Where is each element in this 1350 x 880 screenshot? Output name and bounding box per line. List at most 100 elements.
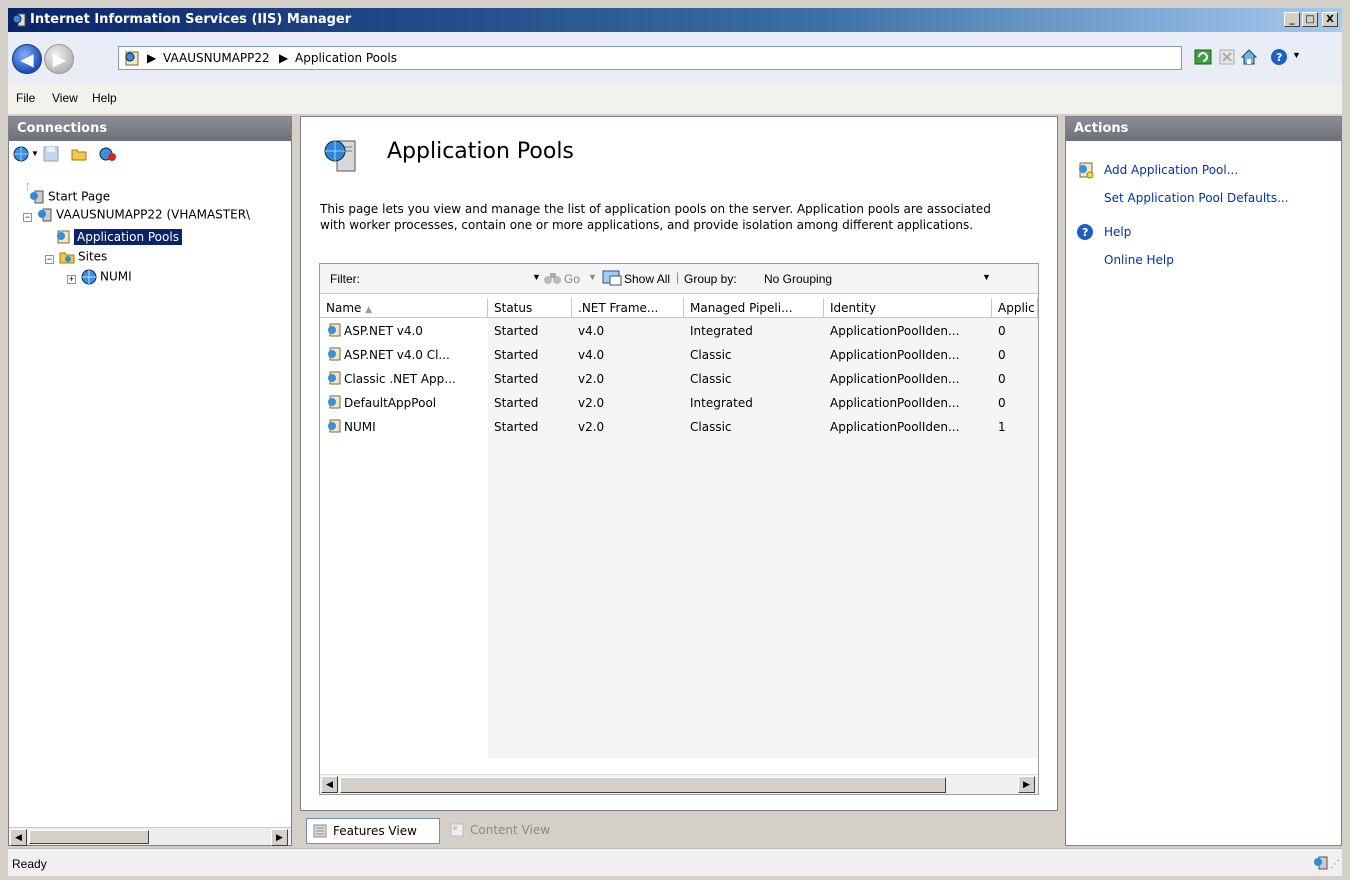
scroll-thumb[interactable]	[340, 777, 946, 793]
table-cell: Classic	[690, 372, 732, 386]
main-panel: Application Pools This page lets you vie…	[300, 116, 1058, 811]
breadcrumb-app-pools[interactable]: Application Pools	[295, 51, 397, 65]
connections-hscrollbar[interactable]: ◀ ▶	[9, 827, 291, 846]
scroll-left-button[interactable]: ◀	[321, 776, 338, 793]
home-icon[interactable]	[1240, 48, 1258, 66]
col-header-name[interactable]: Name ▲	[320, 298, 488, 318]
save-icon[interactable]	[43, 146, 59, 162]
app-pool-icon	[125, 51, 139, 66]
chevron-down-icon[interactable]: ▼	[588, 272, 597, 282]
app-pool-icon	[57, 230, 70, 244]
binoculars-icon[interactable]	[544, 271, 562, 285]
tree-label: NUMI	[100, 269, 132, 284]
col-header-status[interactable]: Status	[488, 298, 572, 318]
scroll-thumb[interactable]	[29, 830, 149, 844]
online-help-link[interactable]: Online Help	[1104, 253, 1174, 267]
back-button[interactable]: ◀	[12, 44, 42, 74]
tree-item-server[interactable]: VAAUSNUMAPP22 (VHAMASTER\	[37, 207, 250, 223]
scroll-right-button[interactable]: ▶	[271, 829, 288, 846]
add-application-pool-link[interactable]: Add Application Pool...	[1104, 163, 1238, 177]
app-pool-icon	[328, 419, 341, 433]
col-header-identity[interactable]: Identity	[824, 298, 992, 318]
show-all-button[interactable]: Show All	[624, 272, 670, 286]
add-app-pool-icon	[1079, 162, 1094, 179]
table-cell: Classic	[690, 348, 732, 362]
help-icon: ?	[1077, 224, 1093, 240]
resize-grip-icon[interactable]: ⋰	[1330, 859, 1340, 870]
tree-item-sites[interactable]: Sites	[59, 249, 107, 265]
table-row[interactable]: DefaultAppPool Started v2.0 Integrated Appli…	[320, 392, 1038, 414]
disconnect-icon[interactable]	[99, 146, 117, 162]
collapse-toggle[interactable]: −	[23, 213, 32, 222]
network-status-icon	[1314, 856, 1328, 870]
stop-icon[interactable]	[1218, 48, 1236, 66]
app-pool-icon	[328, 347, 341, 361]
table-cell: Started	[494, 396, 539, 410]
table-row[interactable]: Classic .NET App... Started v2.0 Classic App…	[320, 368, 1038, 390]
menu-file[interactable]: File	[16, 91, 35, 105]
col-header-net-framework[interactable]: .NET Frame...	[572, 298, 684, 318]
connections-panel: Connections ▼ Start Page − VAAUSNUMAPP22…	[8, 116, 292, 846]
col-header-applications[interactable]: Applic	[992, 298, 1038, 318]
chevron-down-icon[interactable]: ▼	[31, 149, 39, 158]
tree-item-application-pools[interactable]: Application Pools	[55, 228, 182, 245]
grid-hscrollbar[interactable]: ◀ ▶	[320, 774, 1038, 794]
table-cell: ApplicationPoolIden...	[830, 324, 960, 338]
go-button[interactable]: Go	[564, 272, 580, 286]
group-by-label: Group by:	[684, 272, 737, 286]
minimize-button[interactable]: _	[1284, 12, 1300, 27]
maximize-button[interactable]: □	[1302, 12, 1318, 27]
table-cell: Started	[494, 324, 539, 338]
help-icon[interactable]: ?	[1270, 48, 1288, 66]
features-view-icon	[313, 824, 327, 838]
menu-view[interactable]: View	[52, 91, 78, 105]
table-cell: 0	[998, 348, 1006, 362]
table-cell: ASP.NET v4.0 Cl...	[344, 348, 450, 362]
scroll-right-button[interactable]: ▶	[1018, 776, 1035, 793]
connections-header: Connections	[9, 117, 291, 141]
open-folder-icon[interactable]	[71, 146, 87, 162]
page-description: This page lets you view and manage the l…	[320, 202, 991, 232]
address-toolbar: ◀ ▶ ▶ VAAUSNUMAPP22 ▶ Application Pools …	[8, 32, 1342, 84]
expand-toggle[interactable]: +	[67, 275, 76, 284]
tree-item-numi[interactable]: NUMI	[81, 269, 132, 285]
connect-globe-icon[interactable]	[13, 146, 29, 162]
actions-header: Actions	[1066, 117, 1341, 141]
refresh-icon[interactable]	[1194, 48, 1212, 66]
connections-tree: Start Page − VAAUSNUMAPP22 (VHAMASTER\ A…	[9, 169, 291, 819]
col-header-managed-pipeline[interactable]: Managed Pipeli...	[684, 298, 824, 318]
close-button[interactable]: X	[1322, 12, 1338, 27]
table-cell: v2.0	[578, 396, 605, 410]
app-pools-list: Filter: ▼ Go ▼ Show All | Group by: No G…	[319, 263, 1039, 795]
table-cell: Started	[494, 372, 539, 386]
sort-ascending-icon: ▲	[365, 305, 373, 315]
chevron-down-icon[interactable]: ▼	[1292, 50, 1301, 60]
table-cell: Classic .NET App...	[344, 372, 456, 386]
chevron-down-icon[interactable]: ▼	[532, 272, 541, 282]
table-cell: 0	[998, 396, 1006, 410]
forward-button[interactable]: ▶	[44, 44, 74, 74]
collapse-toggle[interactable]: −	[45, 255, 54, 264]
table-cell: v4.0	[578, 348, 605, 362]
address-bar[interactable]: ▶ VAAUSNUMAPP22 ▶ Application Pools	[118, 46, 1182, 70]
filter-input[interactable]	[376, 269, 536, 289]
tree-item-start-page[interactable]: Start Page	[29, 189, 110, 205]
breadcrumb-server[interactable]: VAAUSNUMAPP22	[163, 51, 270, 65]
table-cell: Integrated	[690, 396, 753, 410]
table-row[interactable]: ASP.NET v4.0 Started v4.0 Integrated Applica…	[320, 320, 1038, 342]
table-cell: ApplicationPoolIden...	[830, 348, 960, 362]
iis-app-icon	[12, 13, 26, 27]
menu-help[interactable]: Help	[92, 91, 117, 105]
group-by-select[interactable]: No Grouping	[764, 272, 980, 286]
features-view-tab[interactable]: Features View	[306, 818, 440, 844]
scroll-left-button[interactable]: ◀	[10, 829, 27, 846]
set-app-pool-defaults-link[interactable]: Set Application Pool Defaults...	[1104, 191, 1289, 205]
svg-text:?: ?	[1082, 226, 1088, 239]
app-pool-icon	[328, 371, 341, 385]
help-link[interactable]: Help	[1104, 225, 1131, 239]
chevron-down-icon[interactable]: ▼	[982, 272, 991, 282]
table-row[interactable]: NUMI Started v2.0 Classic ApplicationPoolIde…	[320, 416, 1038, 438]
table-cell: Started	[494, 348, 539, 362]
content-view-tab[interactable]: Content View	[444, 818, 568, 844]
table-row[interactable]: ASP.NET v4.0 Cl... Started v4.0 Classic Appl…	[320, 344, 1038, 366]
